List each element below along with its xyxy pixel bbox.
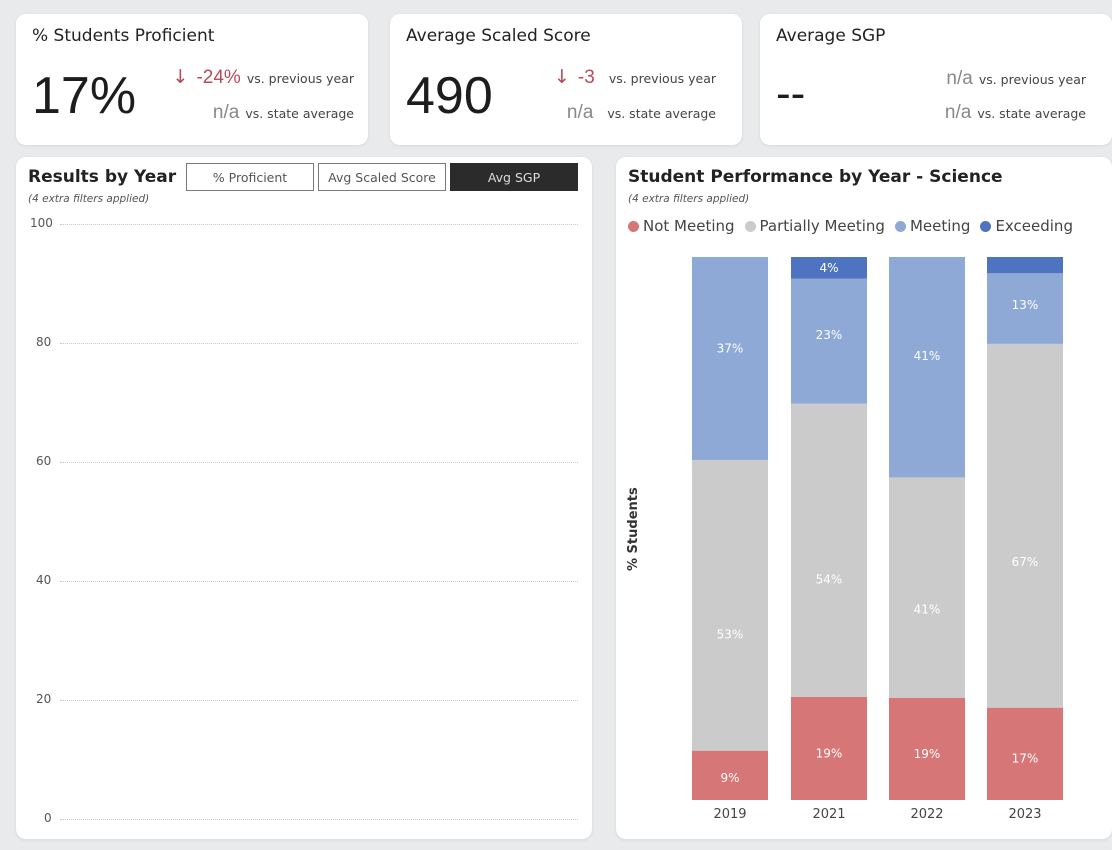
student-performance-panel: Student Performance by Year - Science (4… bbox=[616, 157, 1112, 839]
y-tick-label: 40 bbox=[36, 573, 52, 587]
data-label: 17% bbox=[1012, 751, 1039, 765]
metric-toggle-group: % Proficient Avg Scaled Score Avg SGP bbox=[186, 163, 578, 191]
kpi-prev-delta: -24% bbox=[196, 67, 241, 88]
kpi-state-row: n/a vs. state average bbox=[567, 102, 716, 124]
kpi-state-label: vs. state average bbox=[607, 106, 716, 121]
kpi-prev-value: n/a bbox=[946, 68, 973, 89]
kpi-prev-label: vs. previous year bbox=[978, 72, 1086, 87]
kpi-state-row: n/a vs. state average bbox=[213, 102, 354, 124]
kpi-prev-row: ↓ -24% vs. previous year bbox=[173, 66, 354, 89]
kpi-value: 490 bbox=[406, 67, 493, 125]
data-label: 19% bbox=[816, 747, 843, 761]
x-tick-label: 2019 bbox=[713, 807, 746, 822]
kpi-prev-label: vs. previous year bbox=[246, 71, 354, 86]
data-label: 53% bbox=[717, 627, 744, 641]
panel-title: Results by Year bbox=[28, 167, 177, 187]
grid-line bbox=[60, 462, 578, 463]
kpi-value: 17% bbox=[32, 67, 137, 125]
kpi-card-proficient: % Students Proficient 17% ↓ -24% vs. pre… bbox=[16, 14, 368, 145]
bar-segment-exceeding-2023[interactable] bbox=[987, 257, 1063, 274]
kpi-prev-delta: -3 bbox=[577, 67, 595, 88]
toggle-proficient[interactable]: % Proficient bbox=[186, 163, 314, 191]
data-label: 9% bbox=[720, 771, 739, 785]
filters-note: (4 extra filters applied) bbox=[28, 193, 150, 205]
kpi-state-label: vs. state average bbox=[977, 106, 1086, 121]
grid-line bbox=[60, 700, 578, 701]
data-label: 4% bbox=[819, 261, 838, 275]
data-label: 23% bbox=[816, 328, 843, 342]
data-label: 67% bbox=[1012, 555, 1039, 569]
results-by-year-panel: Results by Year (4 extra filters applied… bbox=[16, 157, 592, 839]
bar-segment-meeting-2019[interactable] bbox=[692, 257, 768, 460]
data-label: 37% bbox=[717, 341, 744, 355]
y-tick-label: 20 bbox=[36, 692, 52, 706]
y-tick-label: 60 bbox=[36, 454, 52, 468]
kpi-value: -- bbox=[776, 69, 806, 118]
bar-segment-partially-meeting-2023[interactable] bbox=[987, 343, 1063, 708]
kpi-prev-label: vs. previous year bbox=[608, 71, 716, 86]
kpi-title: Average Scaled Score bbox=[406, 26, 591, 46]
bar-segment-partially-meeting-2019[interactable] bbox=[692, 459, 768, 751]
x-tick-label: 2022 bbox=[910, 807, 943, 822]
bar-segment-partially-meeting-2021[interactable] bbox=[791, 403, 867, 697]
kpi-state-value: n/a bbox=[212, 102, 240, 123]
kpi-state-value: n/a bbox=[566, 102, 594, 123]
kpi-prev-row: n/a vs. previous year bbox=[946, 68, 1086, 90]
grid-line bbox=[60, 343, 578, 344]
kpi-state-row: n/a vs. state average bbox=[945, 102, 1086, 124]
data-label: 41% bbox=[914, 349, 941, 363]
kpi-state-value: n/a bbox=[944, 102, 972, 123]
kpi-card-sgp: Average SGP -- n/a vs. previous year n/a… bbox=[760, 14, 1112, 145]
y-tick-label: 0 bbox=[44, 811, 52, 825]
kpi-title: Average SGP bbox=[776, 26, 886, 46]
grid-line bbox=[60, 224, 578, 225]
y-tick-label: 80 bbox=[36, 335, 52, 349]
grid-line bbox=[60, 819, 578, 820]
x-tick-label: 2023 bbox=[1008, 807, 1041, 822]
x-tick-label: 2021 bbox=[812, 807, 845, 822]
kpi-state-label: vs. state average bbox=[245, 106, 354, 121]
bar-segment-meeting-2022[interactable] bbox=[889, 257, 965, 478]
down-arrow-icon: ↓ bbox=[172, 66, 189, 88]
grid-line bbox=[60, 581, 578, 582]
data-label: 19% bbox=[914, 747, 941, 761]
kpi-title: % Students Proficient bbox=[32, 26, 215, 46]
toggle-avg-scaled-score[interactable]: Avg Scaled Score bbox=[318, 163, 446, 191]
down-arrow-icon: ↓ bbox=[554, 66, 570, 88]
data-label: 41% bbox=[914, 603, 941, 617]
kpi-prev-row: ↓ -3 vs. previous year bbox=[554, 66, 716, 89]
data-label: 54% bbox=[816, 573, 843, 587]
stacked-bar-chart: 9% 53% 37% 2019 19% 54% 23% 4% 2021 19% 41% 41% 2022… bbox=[692, 257, 1063, 822]
bar-segment-partially-meeting-2022[interactable] bbox=[889, 477, 965, 698]
y-tick-label: 100 bbox=[30, 216, 53, 230]
data-label: 13% bbox=[1012, 298, 1039, 312]
toggle-avg-sgp[interactable]: Avg SGP bbox=[450, 163, 578, 191]
kpi-card-scaled-score: Average Scaled Score 490 ↓ -3 vs. previo… bbox=[390, 14, 742, 145]
